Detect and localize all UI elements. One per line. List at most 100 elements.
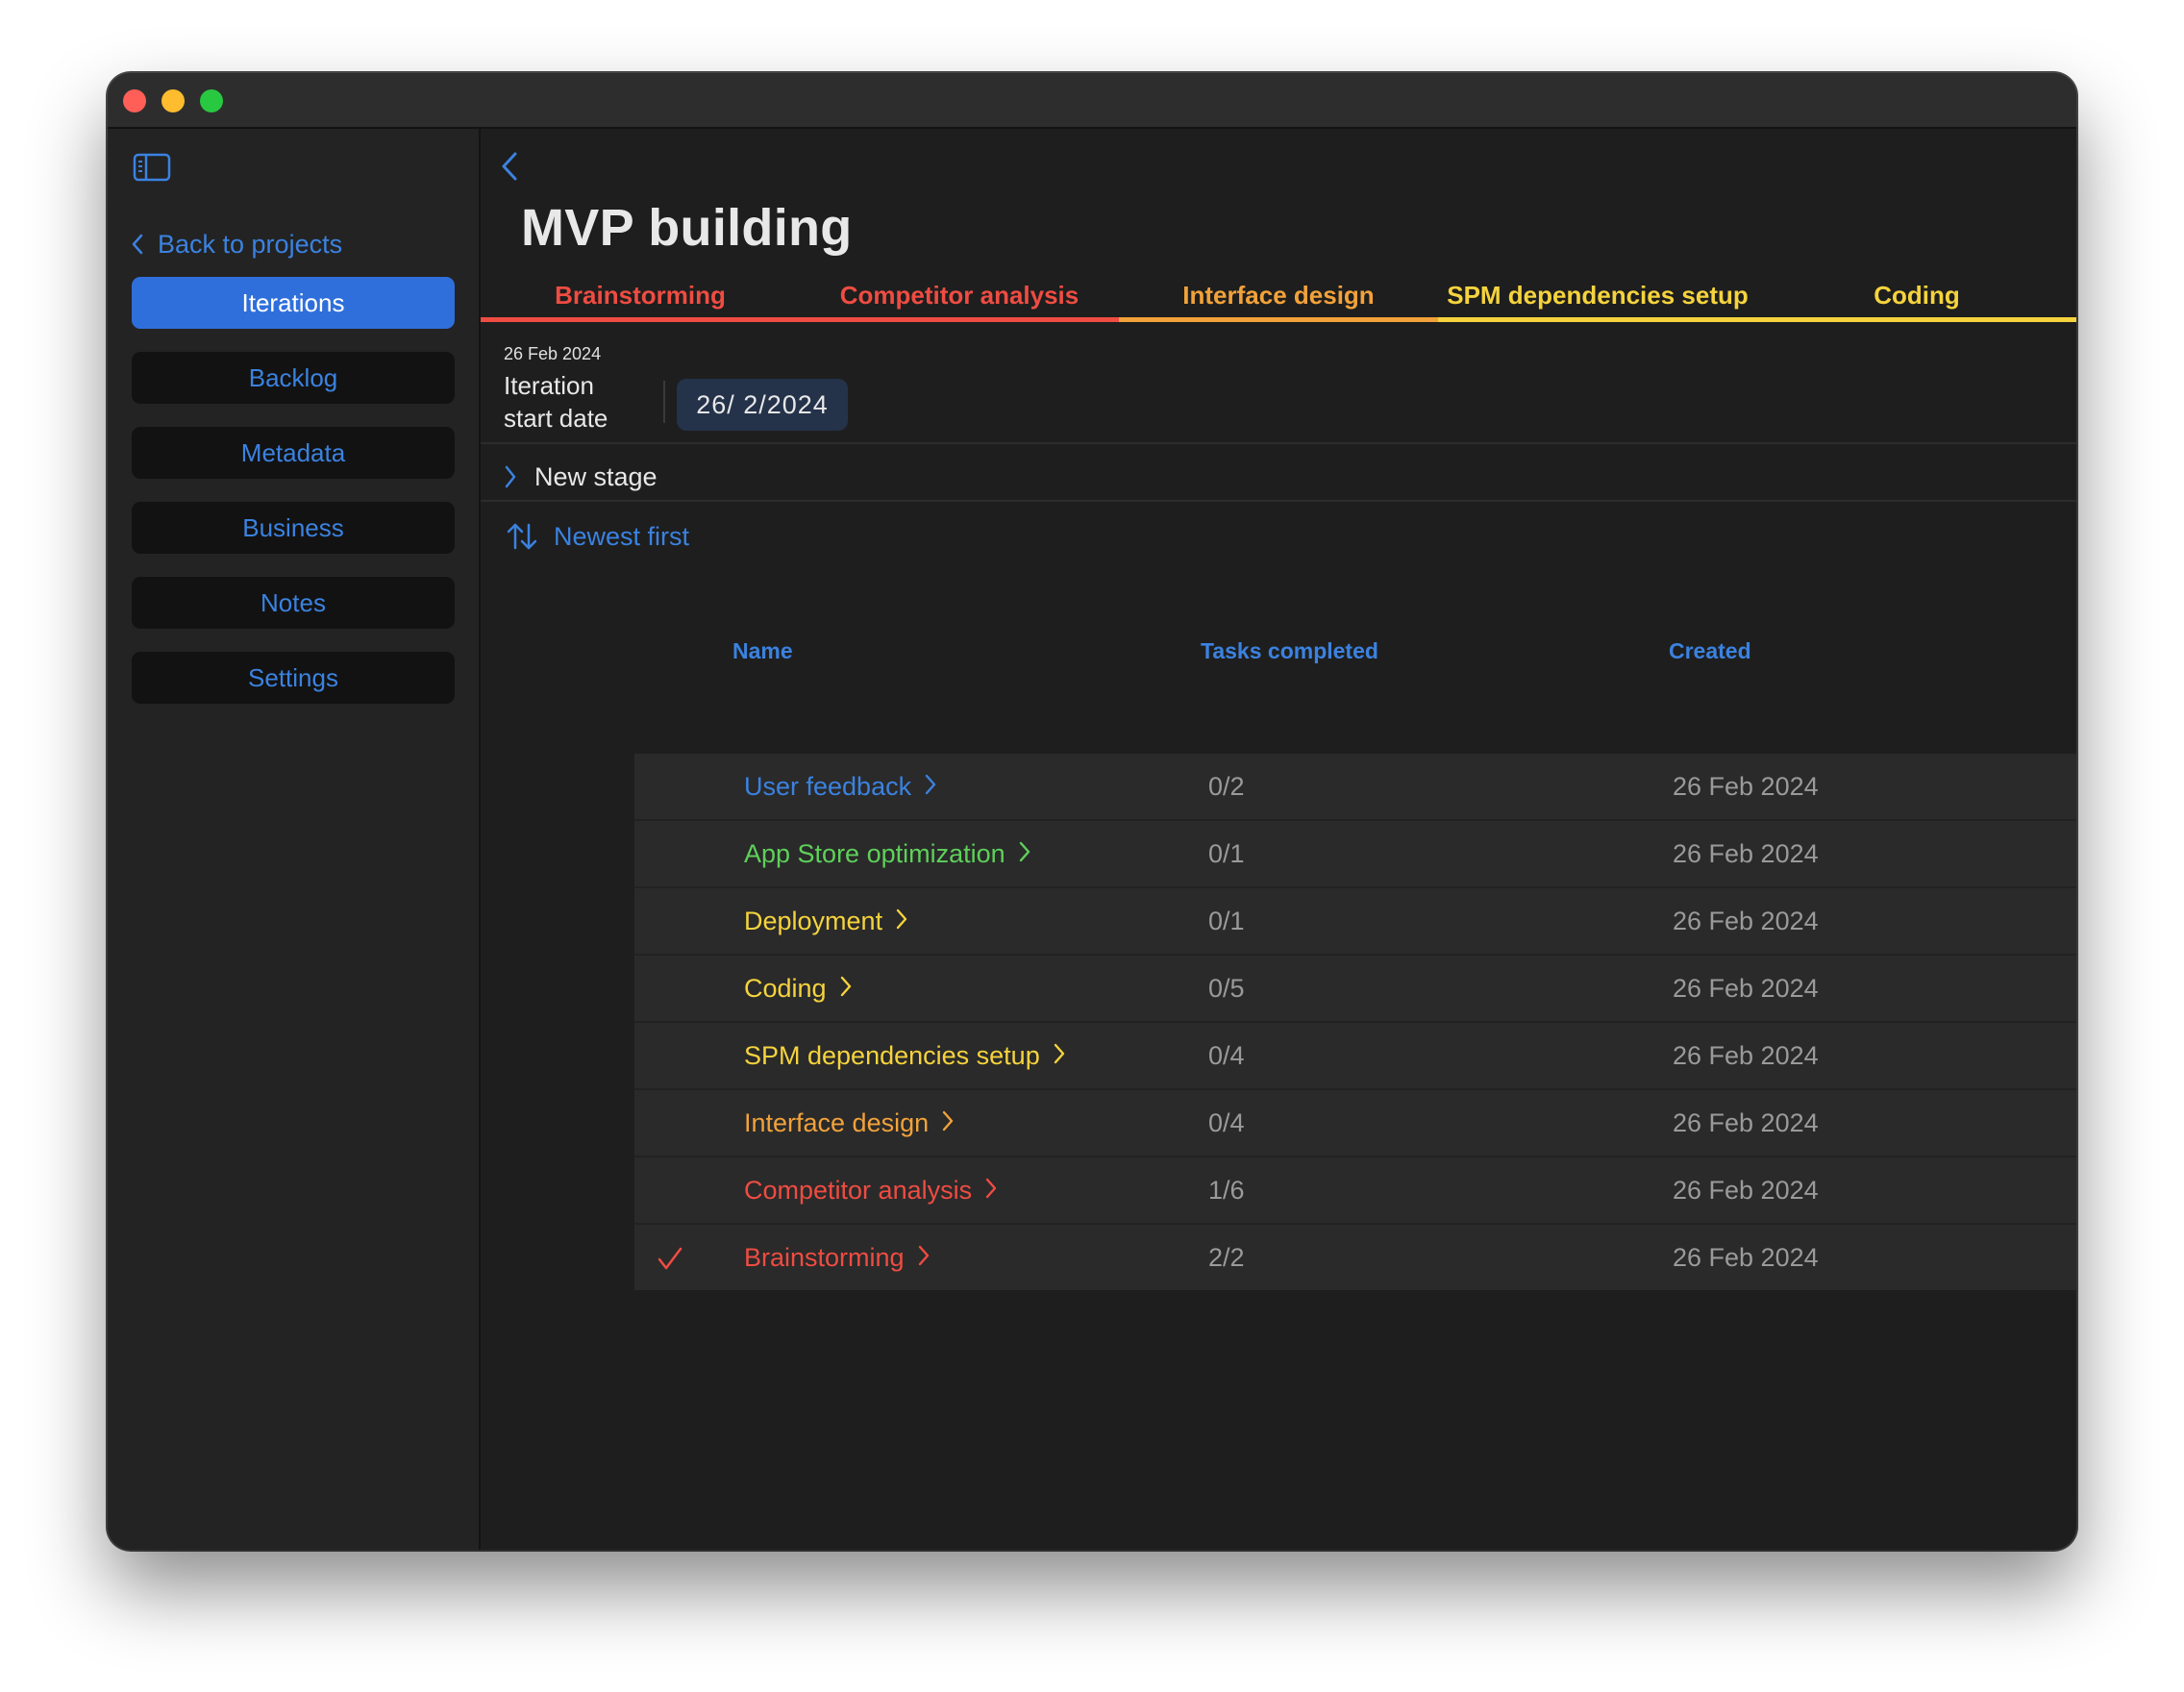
stage-name-link[interactable]: Deployment bbox=[744, 888, 907, 954]
sort-order-toggle[interactable]: Newest first bbox=[506, 515, 689, 558]
stage-name-link[interactable]: App Store optimization bbox=[744, 821, 1030, 886]
iteration-label-line1: Iteration bbox=[504, 371, 594, 400]
tasks-completed: 0/5 bbox=[1208, 973, 1245, 1003]
created-date: 26 Feb 2024 bbox=[1673, 838, 1819, 868]
table-row[interactable]: User feedback 0/2 26 Feb 2024 bbox=[634, 754, 2076, 821]
tasks-completed: 0/1 bbox=[1208, 906, 1245, 935]
sidebar-item-business[interactable]: Business bbox=[132, 502, 455, 554]
back-chevron-icon[interactable] bbox=[498, 148, 521, 185]
tasks-completed: 2/2 bbox=[1208, 1242, 1245, 1272]
sidebar-item-label: Notes bbox=[261, 587, 326, 617]
tasks-completed: 0/4 bbox=[1208, 1107, 1245, 1137]
stage-name-link[interactable]: Brainstorming bbox=[744, 1225, 930, 1290]
new-stage-disclosure[interactable]: New stage bbox=[504, 456, 658, 498]
close-window-button[interactable] bbox=[123, 89, 146, 112]
divider bbox=[481, 442, 2076, 444]
iteration-label-line2: start date bbox=[504, 404, 608, 433]
stages-table: User feedback 0/2 26 Feb 2024 App Store opt… bbox=[634, 754, 2076, 1290]
stage-name: App Store optimization bbox=[744, 838, 1005, 868]
table-row[interactable]: Brainstorming 2/2 26 Feb 2024 bbox=[634, 1225, 2076, 1290]
chevron-right-icon bbox=[505, 465, 516, 488]
table-row[interactable]: App Store optimization 0/1 26 Feb 2024 bbox=[634, 821, 2076, 888]
iteration-start-date-label: Iteration start date bbox=[504, 369, 608, 435]
new-stage-label: New stage bbox=[534, 461, 658, 491]
main-content: MVP building Brainstorming Competitor an… bbox=[481, 129, 2076, 1550]
chevron-right-icon bbox=[1019, 839, 1030, 869]
tab-brainstorming[interactable]: Brainstorming bbox=[481, 273, 800, 322]
stage-name-link[interactable]: Competitor analysis bbox=[744, 1157, 997, 1223]
sidebar-icon[interactable] bbox=[133, 152, 171, 183]
stage-name: Coding bbox=[744, 973, 827, 1003]
column-header-created[interactable]: Created bbox=[1669, 638, 1751, 664]
stage-name: User feedback bbox=[744, 771, 912, 801]
stage-name: Interface design bbox=[744, 1107, 930, 1137]
tasks-completed: 0/1 bbox=[1208, 838, 1245, 868]
sort-arrows-icon bbox=[507, 523, 537, 550]
created-date: 26 Feb 2024 bbox=[1673, 771, 1819, 801]
chevron-right-icon bbox=[918, 1243, 930, 1273]
chevron-right-icon bbox=[840, 974, 852, 1004]
tab-label: SPM dependencies setup bbox=[1447, 280, 1749, 310]
tab-label: Brainstorming bbox=[555, 280, 726, 310]
tasks-completed: 0/2 bbox=[1208, 771, 1245, 801]
checkmark-icon bbox=[658, 1247, 682, 1270]
iteration-date-picker[interactable]: 26/ 2/2024 bbox=[677, 379, 848, 431]
divider bbox=[663, 381, 665, 423]
column-header-name[interactable]: Name bbox=[732, 638, 793, 664]
sidebar-item-label: Settings bbox=[248, 662, 338, 692]
stage-name-link[interactable]: Interface design bbox=[744, 1090, 954, 1156]
table-row[interactable]: Competitor analysis 1/6 26 Feb 2024 bbox=[634, 1157, 2076, 1225]
tab-spm-dependencies-setup[interactable]: SPM dependencies setup bbox=[1438, 273, 1757, 322]
date-caption: 26 Feb 2024 bbox=[504, 344, 602, 363]
created-date: 26 Feb 2024 bbox=[1673, 1107, 1819, 1137]
sidebar-item-metadata[interactable]: Metadata bbox=[132, 427, 455, 479]
chevron-left-icon bbox=[132, 234, 143, 255]
table-row[interactable]: Deployment 0/1 26 Feb 2024 bbox=[634, 888, 2076, 956]
sidebar-item-label: Business bbox=[242, 512, 344, 542]
chevron-right-icon bbox=[1054, 1041, 1065, 1071]
chevron-right-icon bbox=[925, 772, 936, 802]
tab-coding[interactable]: Coding bbox=[1757, 273, 2076, 322]
created-date: 26 Feb 2024 bbox=[1673, 906, 1819, 935]
sidebar-item-label: Metadata bbox=[240, 437, 346, 467]
sidebar-item-backlog[interactable]: Backlog bbox=[132, 352, 455, 404]
tasks-completed: 0/4 bbox=[1208, 1040, 1245, 1070]
created-date: 26 Feb 2024 bbox=[1673, 1242, 1819, 1272]
minimize-window-button[interactable] bbox=[161, 89, 185, 112]
tasks-completed: 1/6 bbox=[1208, 1175, 1245, 1205]
created-date: 26 Feb 2024 bbox=[1673, 973, 1819, 1003]
tab-label: Interface design bbox=[1182, 280, 1375, 310]
divider bbox=[481, 500, 2076, 502]
stage-name: Competitor analysis bbox=[744, 1175, 973, 1205]
table-row[interactable]: Interface design 0/4 26 Feb 2024 bbox=[634, 1090, 2076, 1157]
table-row[interactable]: SPM dependencies setup 0/4 26 Feb 2024 bbox=[634, 1023, 2076, 1090]
table-row[interactable]: Coding 0/5 26 Feb 2024 bbox=[634, 956, 2076, 1023]
created-date: 26 Feb 2024 bbox=[1673, 1175, 1819, 1205]
sidebar-item-label: Backlog bbox=[248, 362, 338, 392]
stage-name: Deployment bbox=[744, 906, 883, 935]
chevron-right-icon bbox=[942, 1108, 954, 1138]
page-title: MVP building bbox=[521, 199, 853, 257]
tab-interface-design[interactable]: Interface design bbox=[1119, 273, 1438, 322]
sidebar-item-notes[interactable]: Notes bbox=[132, 577, 455, 629]
maximize-window-button[interactable] bbox=[200, 89, 223, 112]
column-header-tasks[interactable]: Tasks completed bbox=[1201, 638, 1378, 664]
stage-name: Brainstorming bbox=[744, 1242, 905, 1272]
stage-tabs: Brainstorming Competitor analysis Interf… bbox=[481, 273, 2076, 323]
back-to-projects-label: Back to projects bbox=[158, 229, 343, 259]
stage-name-link[interactable]: Coding bbox=[744, 956, 852, 1021]
tab-label: Coding bbox=[1874, 280, 1960, 310]
tab-competitor-analysis[interactable]: Competitor analysis bbox=[800, 273, 1119, 322]
stage-name-link[interactable]: User feedback bbox=[744, 754, 936, 819]
sidebar-item-settings[interactable]: Settings bbox=[132, 652, 455, 704]
stage-name-link[interactable]: SPM dependencies setup bbox=[744, 1023, 1065, 1088]
back-to-projects-link[interactable]: Back to projects bbox=[131, 225, 342, 263]
chevron-right-icon bbox=[896, 907, 907, 936]
title-bar bbox=[108, 73, 2076, 129]
created-date: 26 Feb 2024 bbox=[1673, 1040, 1819, 1070]
app-window: Back to projects Iterations Backlog Meta… bbox=[108, 73, 2076, 1550]
sidebar-item-label: Iterations bbox=[241, 287, 345, 317]
sidebar-item-iterations[interactable]: Iterations bbox=[132, 277, 455, 329]
sidebar-nav: Iterations Backlog Metadata Business Not… bbox=[132, 277, 455, 727]
sort-label: Newest first bbox=[554, 521, 690, 551]
